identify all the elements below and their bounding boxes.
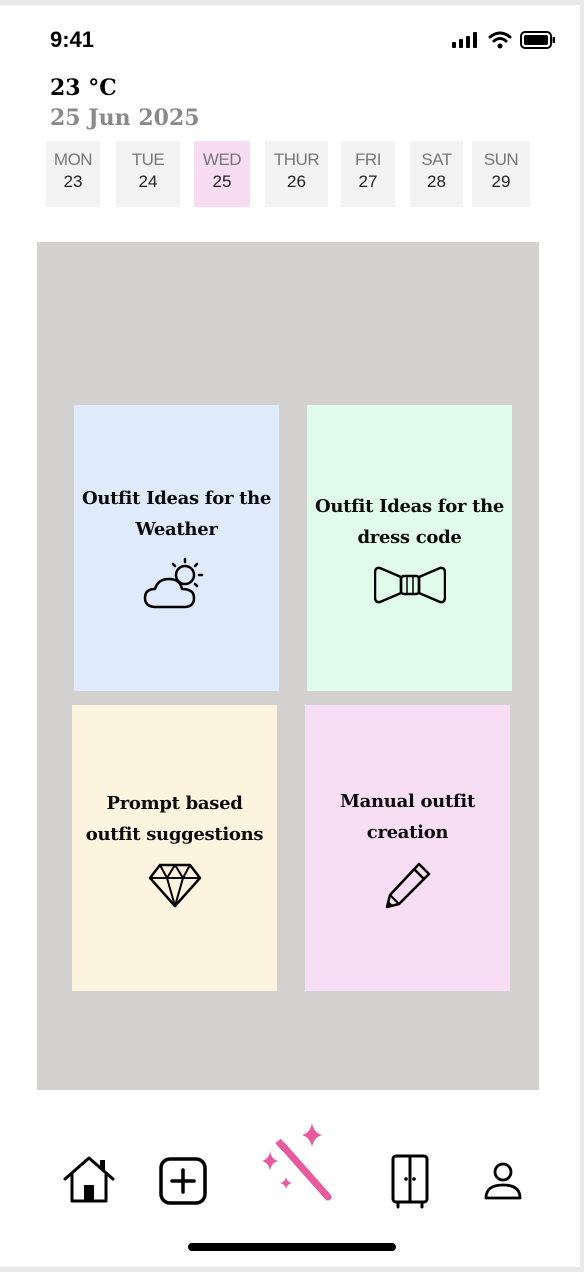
sun-cloud-icon [143,557,203,609]
signal-icon [452,32,477,48]
day-name: MON [53,150,93,169]
bow-tie-icon [373,566,446,604]
day-name: WED [202,150,242,169]
day-name: THUR [273,150,320,169]
home-indicator[interactable] [188,1243,396,1251]
day-thur[interactable]: THUR 26 [265,141,328,207]
temperature: 23 °C [50,75,117,101]
day-number: 24 [138,172,158,191]
weather-outfit-card[interactable]: Outfit Ideas for the Weather [74,405,279,691]
phone-screen: 9:41 23 °C 25 Jun 2025 MON 23 TUE 24 WED… [0,5,580,1267]
day-sat[interactable]: SAT 28 [410,141,463,207]
day-name: TUE [131,150,165,169]
outfit-options-panel: Outfit Ideas for the Weather Outfit Idea… [37,242,539,1090]
day-mon[interactable]: MON 23 [46,141,100,207]
pencil-icon [385,862,430,909]
current-date: 25 Jun 2025 [50,105,200,131]
card-title: Prompt based outfit suggestions [85,793,264,845]
status-icons [452,31,556,49]
day-name: SAT [421,150,452,169]
prompt-outfit-card[interactable]: Prompt based outfit suggestions [72,705,277,991]
diamond-icon [148,863,201,908]
dresscode-outfit-card[interactable]: Outfit Ideas for the dress code [307,405,512,691]
day-number: 23 [63,172,83,191]
day-number: 27 [358,172,378,191]
bottom-navigation [0,1105,580,1225]
day-number: 28 [427,172,446,191]
day-tue[interactable]: TUE 24 [116,141,180,207]
status-bar: 9:41 [0,5,580,75]
day-name: SUN [483,150,519,169]
card-title: Outfit Ideas for the Weather [81,488,272,540]
wardrobe-icon[interactable] [390,1153,430,1209]
day-number: 29 [491,172,511,191]
battery-icon [520,31,555,49]
profile-icon[interactable] [483,1161,523,1201]
day-name: FRI [355,150,381,169]
day-fri[interactable]: FRI 27 [341,141,395,207]
wifi-icon [488,31,512,49]
home-icon[interactable] [62,1155,116,1205]
day-number: 25 [212,172,232,191]
day-wed[interactable]: WED 25 [194,141,250,207]
status-time: 9:41 [50,27,95,52]
day-sun[interactable]: SUN 29 [472,141,530,207]
magic-wand-icon[interactable] [258,1123,338,1203]
add-icon[interactable] [159,1157,207,1205]
card-title: Manual outfit creation [340,791,475,843]
day-selector: MON 23 TUE 24 WED 25 THUR 26 FRI 27 SAT … [0,141,580,211]
card-title: Outfit Ideas for the dress code [314,496,505,548]
day-number: 26 [287,172,306,191]
manual-outfit-card[interactable]: Manual outfit creation [305,705,510,991]
